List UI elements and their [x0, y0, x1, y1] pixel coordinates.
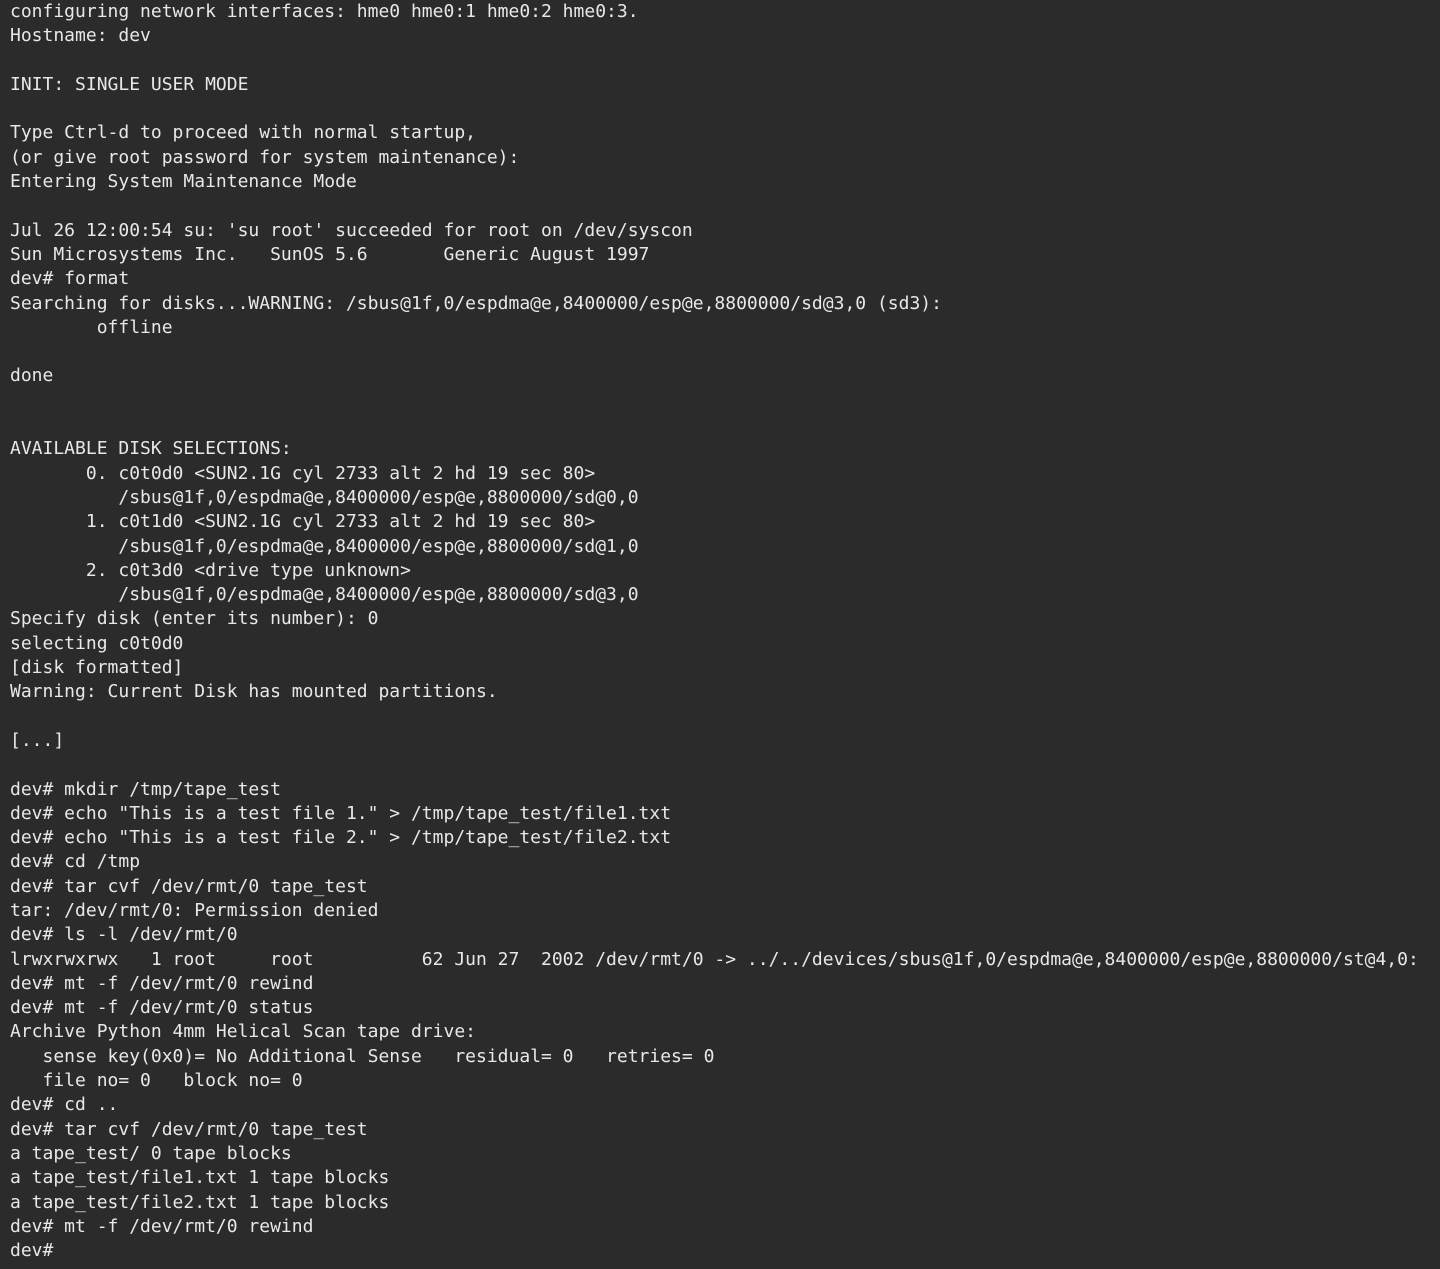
terminal-line: dev# echo "This is a test file 2." > /tm…: [10, 827, 672, 849]
terminal-line: a tape_test/file2.txt 1 tape blocks: [10, 1191, 390, 1213]
terminal-line: Entering System Maintenance Mode: [10, 171, 357, 193]
terminal-line: 2. c0t3d0 <drive type unknown>: [10, 559, 411, 581]
terminal-line: Warning: Current Disk has mounted partit…: [10, 681, 498, 703]
terminal-line: dev# mkdir /tmp/tape_test: [10, 778, 281, 800]
terminal-line: dev# cd ..: [10, 1094, 119, 1116]
terminal-line: dev# ls -l /dev/rmt/0: [10, 924, 238, 946]
terminal-line: tar: /dev/rmt/0: Permission denied: [10, 899, 379, 921]
terminal-line: configuring network interfaces: hme0 hme…: [10, 1, 639, 22]
terminal-line: Searching for disks...WARNING: /sbus@1f,…: [10, 292, 942, 314]
terminal-line: 0. c0t0d0 <SUN2.1G cyl 2733 alt 2 hd 19 …: [10, 462, 596, 484]
terminal-line: Sun Microsystems Inc. SunOS 5.6 Generic …: [10, 243, 650, 265]
terminal-line: Archive Python 4mm Helical Scan tape dri…: [10, 1021, 476, 1043]
terminal-line: a tape_test/file1.txt 1 tape blocks: [10, 1167, 390, 1189]
terminal-line: /sbus@1f,0/espdma@e,8400000/esp@e,880000…: [10, 486, 639, 508]
terminal-line: dev# mt -f /dev/rmt/0 rewind: [10, 972, 314, 994]
terminal-line: [...]: [10, 729, 65, 751]
terminal-line: dev#: [10, 1240, 54, 1262]
terminal-line: dev# tar cvf /dev/rmt/0 tape_test: [10, 1118, 368, 1140]
terminal-line: a tape_test/ 0 tape blocks: [10, 1142, 292, 1164]
terminal-line: (or give root password for system mainte…: [10, 146, 520, 168]
terminal-line: Jul 26 12:00:54 su: 'su root' succeeded …: [10, 219, 693, 241]
terminal-line: Specify disk (enter its number): 0: [10, 608, 379, 630]
terminal-line: 1. c0t1d0 <SUN2.1G cyl 2733 alt 2 hd 19 …: [10, 511, 596, 533]
terminal-line: Hostname: dev: [10, 25, 151, 47]
terminal-line: offline: [10, 316, 173, 338]
terminal-line: Type Ctrl-d to proceed with normal start…: [10, 122, 476, 144]
terminal-line: /sbus@1f,0/espdma@e,8400000/esp@e,880000…: [10, 535, 639, 557]
terminal-line: done: [10, 365, 54, 387]
terminal-line: dev# format: [10, 268, 130, 290]
terminal-line: dev# echo "This is a test file 1." > /tm…: [10, 802, 672, 824]
terminal-line: dev# mt -f /dev/rmt/0 status: [10, 997, 314, 1019]
terminal-line: file no= 0 block no= 0: [10, 1070, 303, 1092]
terminal-line: INIT: SINGLE USER MODE: [10, 73, 249, 95]
terminal-line: dev# mt -f /dev/rmt/0 rewind: [10, 1215, 314, 1237]
terminal-line: sense key(0x0)= No Additional Sense resi…: [10, 1045, 715, 1067]
terminal-line: lrwxrwxrwx 1 root root 62 Jun 27 2002 /d…: [10, 948, 1419, 970]
terminal-line: dev# cd /tmp: [10, 851, 141, 873]
terminal-line: AVAILABLE DISK SELECTIONS:: [10, 438, 292, 460]
terminal-window[interactable]: configuring network interfaces: hme0 hme…: [0, 0, 1440, 1269]
terminal-line: selecting c0t0d0: [10, 632, 184, 654]
terminal-line: [disk formatted]: [10, 657, 184, 679]
terminal-line: dev# tar cvf /dev/rmt/0 tape_test: [10, 875, 368, 897]
terminal-line: /sbus@1f,0/espdma@e,8400000/esp@e,880000…: [10, 584, 639, 606]
